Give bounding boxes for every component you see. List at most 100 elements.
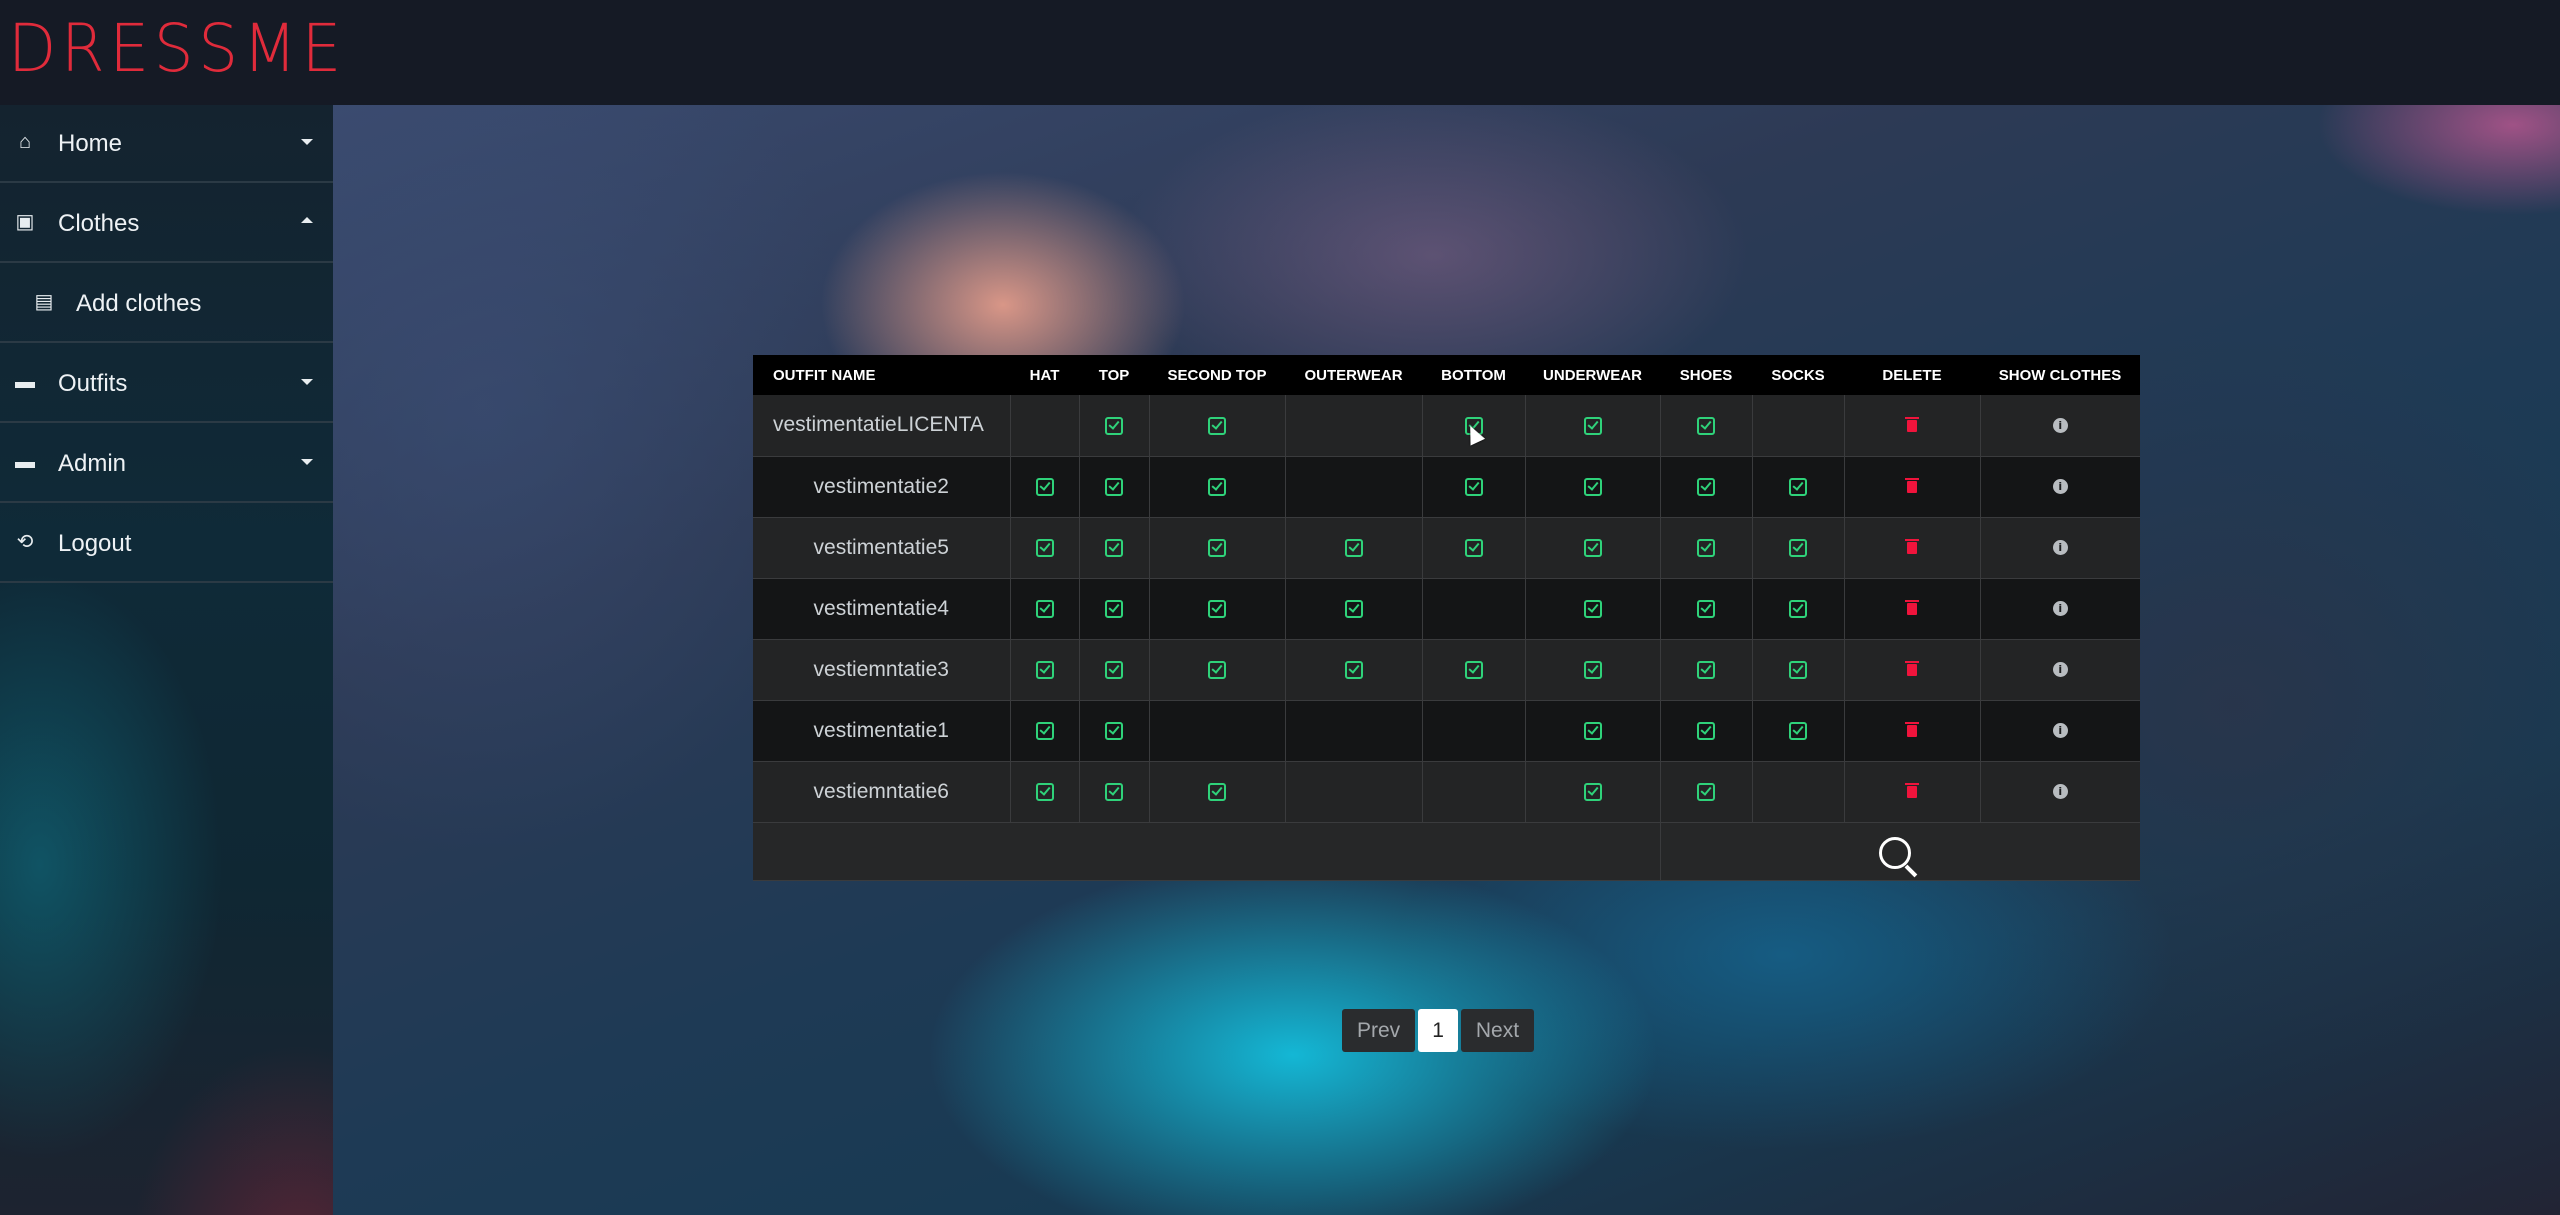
info-icon[interactable]: i bbox=[2052, 540, 2068, 556]
checked-icon bbox=[1035, 660, 1054, 679]
top-bar: DRESSME bbox=[0, 0, 2560, 105]
info-icon[interactable]: i bbox=[2052, 662, 2068, 678]
second-top-cell bbox=[1149, 395, 1286, 457]
info-icon[interactable]: i bbox=[2052, 784, 2068, 800]
show-clothes-cell: i bbox=[1980, 395, 2140, 457]
delete-cell bbox=[1844, 761, 1981, 823]
sidebar-item-add-clothes[interactable]: ▤ Add clothes bbox=[0, 265, 333, 343]
trash-icon[interactable] bbox=[1905, 477, 1919, 493]
checked-icon bbox=[1789, 538, 1807, 557]
outfits-icon: ▬ bbox=[15, 371, 35, 393]
info-icon[interactable]: i bbox=[2052, 479, 2068, 495]
trash-icon[interactable] bbox=[1905, 721, 1919, 737]
show-clothes-cell: i bbox=[1980, 456, 2140, 518]
checked-icon bbox=[1208, 782, 1226, 801]
bottom-cell bbox=[1422, 517, 1526, 579]
trash-icon[interactable] bbox=[1905, 782, 1919, 798]
outerwear-cell bbox=[1285, 395, 1423, 457]
checked-icon bbox=[1789, 721, 1807, 740]
checked-icon bbox=[1789, 599, 1807, 618]
checked-icon bbox=[1208, 660, 1226, 679]
checked-icon bbox=[1583, 721, 1602, 740]
bottom-cell bbox=[1422, 700, 1526, 762]
checked-icon bbox=[1464, 660, 1483, 679]
trash-icon[interactable] bbox=[1905, 599, 1919, 615]
hat-cell bbox=[1010, 517, 1080, 579]
checked-icon bbox=[1105, 538, 1123, 557]
next-page-button[interactable]: Next bbox=[1460, 1009, 1535, 1052]
outerwear-cell bbox=[1285, 639, 1423, 701]
underwear-cell bbox=[1525, 700, 1661, 762]
show-clothes-cell: i bbox=[1980, 700, 2140, 762]
delete-cell bbox=[1844, 395, 1981, 457]
sidebar-item-clothes[interactable]: ▣ Clothes bbox=[0, 185, 333, 263]
info-icon[interactable]: i bbox=[2052, 418, 2068, 434]
chevron-down-icon bbox=[301, 459, 313, 465]
second-top-cell bbox=[1149, 761, 1286, 823]
checked-icon bbox=[1035, 782, 1054, 801]
app-logo[interactable]: DRESSME bbox=[8, 14, 346, 84]
outfit-name-cell: vestimentatieLICENTA bbox=[753, 395, 1011, 457]
hat-cell bbox=[1010, 639, 1080, 701]
sidebar-item-outfits[interactable]: ▬ Outfits bbox=[0, 345, 333, 423]
trash-icon[interactable] bbox=[1905, 660, 1919, 676]
sidebar-item-home[interactable]: ⌂ Home bbox=[0, 105, 333, 183]
checked-icon bbox=[1697, 721, 1715, 740]
info-icon[interactable]: i bbox=[2052, 723, 2068, 739]
hat-cell bbox=[1010, 578, 1080, 640]
table-header-row: OUTFIT NAME HAT TOP SECOND TOP OUTERWEAR… bbox=[753, 355, 2140, 395]
column-header: SOCKS bbox=[1771, 366, 1825, 384]
sidebar-item-logout[interactable]: ⟲ Logout bbox=[0, 505, 333, 583]
footer-search bbox=[1660, 822, 2140, 881]
checked-icon bbox=[1697, 599, 1715, 618]
logout-icon: ⟲ bbox=[16, 531, 34, 553]
outerwear-cell bbox=[1285, 517, 1423, 579]
column-header: OUTERWEAR bbox=[1304, 366, 1403, 384]
checked-icon bbox=[1789, 660, 1807, 679]
hat-cell bbox=[1010, 395, 1080, 457]
second-top-cell bbox=[1149, 639, 1286, 701]
shoes-cell bbox=[1660, 517, 1753, 579]
shoes-cell bbox=[1660, 639, 1753, 701]
prev-page-button[interactable]: Prev bbox=[1342, 1009, 1416, 1052]
delete-cell bbox=[1844, 578, 1981, 640]
checked-icon bbox=[1208, 477, 1226, 496]
sidebar-item-admin[interactable]: ▬ Admin bbox=[0, 425, 333, 503]
info-icon[interactable]: i bbox=[2052, 601, 2068, 617]
table-footer-row bbox=[753, 822, 2140, 881]
top-cell bbox=[1079, 761, 1150, 823]
checked-icon bbox=[1583, 416, 1602, 435]
checked-icon bbox=[1697, 660, 1715, 679]
sidebar-item-label: Outfits bbox=[58, 370, 128, 397]
page-1-button[interactable]: 1 bbox=[1418, 1009, 1458, 1052]
chevron-up-icon bbox=[301, 217, 313, 223]
column-header: SECOND TOP bbox=[1167, 366, 1267, 384]
show-clothes-cell: i bbox=[1980, 517, 2140, 579]
underwear-cell bbox=[1525, 456, 1661, 518]
shoes-cell bbox=[1660, 456, 1753, 518]
checked-icon bbox=[1035, 721, 1054, 740]
bottom-cell bbox=[1422, 578, 1526, 640]
trash-icon[interactable] bbox=[1905, 416, 1919, 432]
checked-icon bbox=[1583, 538, 1602, 557]
table-row: vestimentatie2 i bbox=[753, 456, 2140, 518]
checked-icon bbox=[1583, 599, 1602, 618]
outfit-name-cell: vestimentatie2 bbox=[753, 456, 1011, 518]
trash-icon[interactable] bbox=[1905, 538, 1919, 554]
column-header: BOTTOM bbox=[1441, 366, 1506, 384]
delete-cell bbox=[1844, 700, 1981, 762]
outerwear-cell bbox=[1285, 761, 1423, 823]
search-icon[interactable] bbox=[1878, 836, 1911, 869]
socks-cell bbox=[1752, 578, 1845, 640]
outerwear-cell bbox=[1285, 700, 1423, 762]
second-top-cell bbox=[1149, 700, 1286, 762]
outfit-name-cell: vestiemntatie6 bbox=[753, 761, 1011, 823]
checked-icon bbox=[1105, 416, 1123, 435]
chevron-down-icon bbox=[301, 379, 313, 385]
checked-icon bbox=[1583, 660, 1602, 679]
underwear-cell bbox=[1525, 578, 1661, 640]
checked-icon bbox=[1697, 416, 1715, 435]
show-clothes-cell: i bbox=[1980, 761, 2140, 823]
checked-icon bbox=[1105, 660, 1123, 679]
checked-icon bbox=[1583, 782, 1602, 801]
